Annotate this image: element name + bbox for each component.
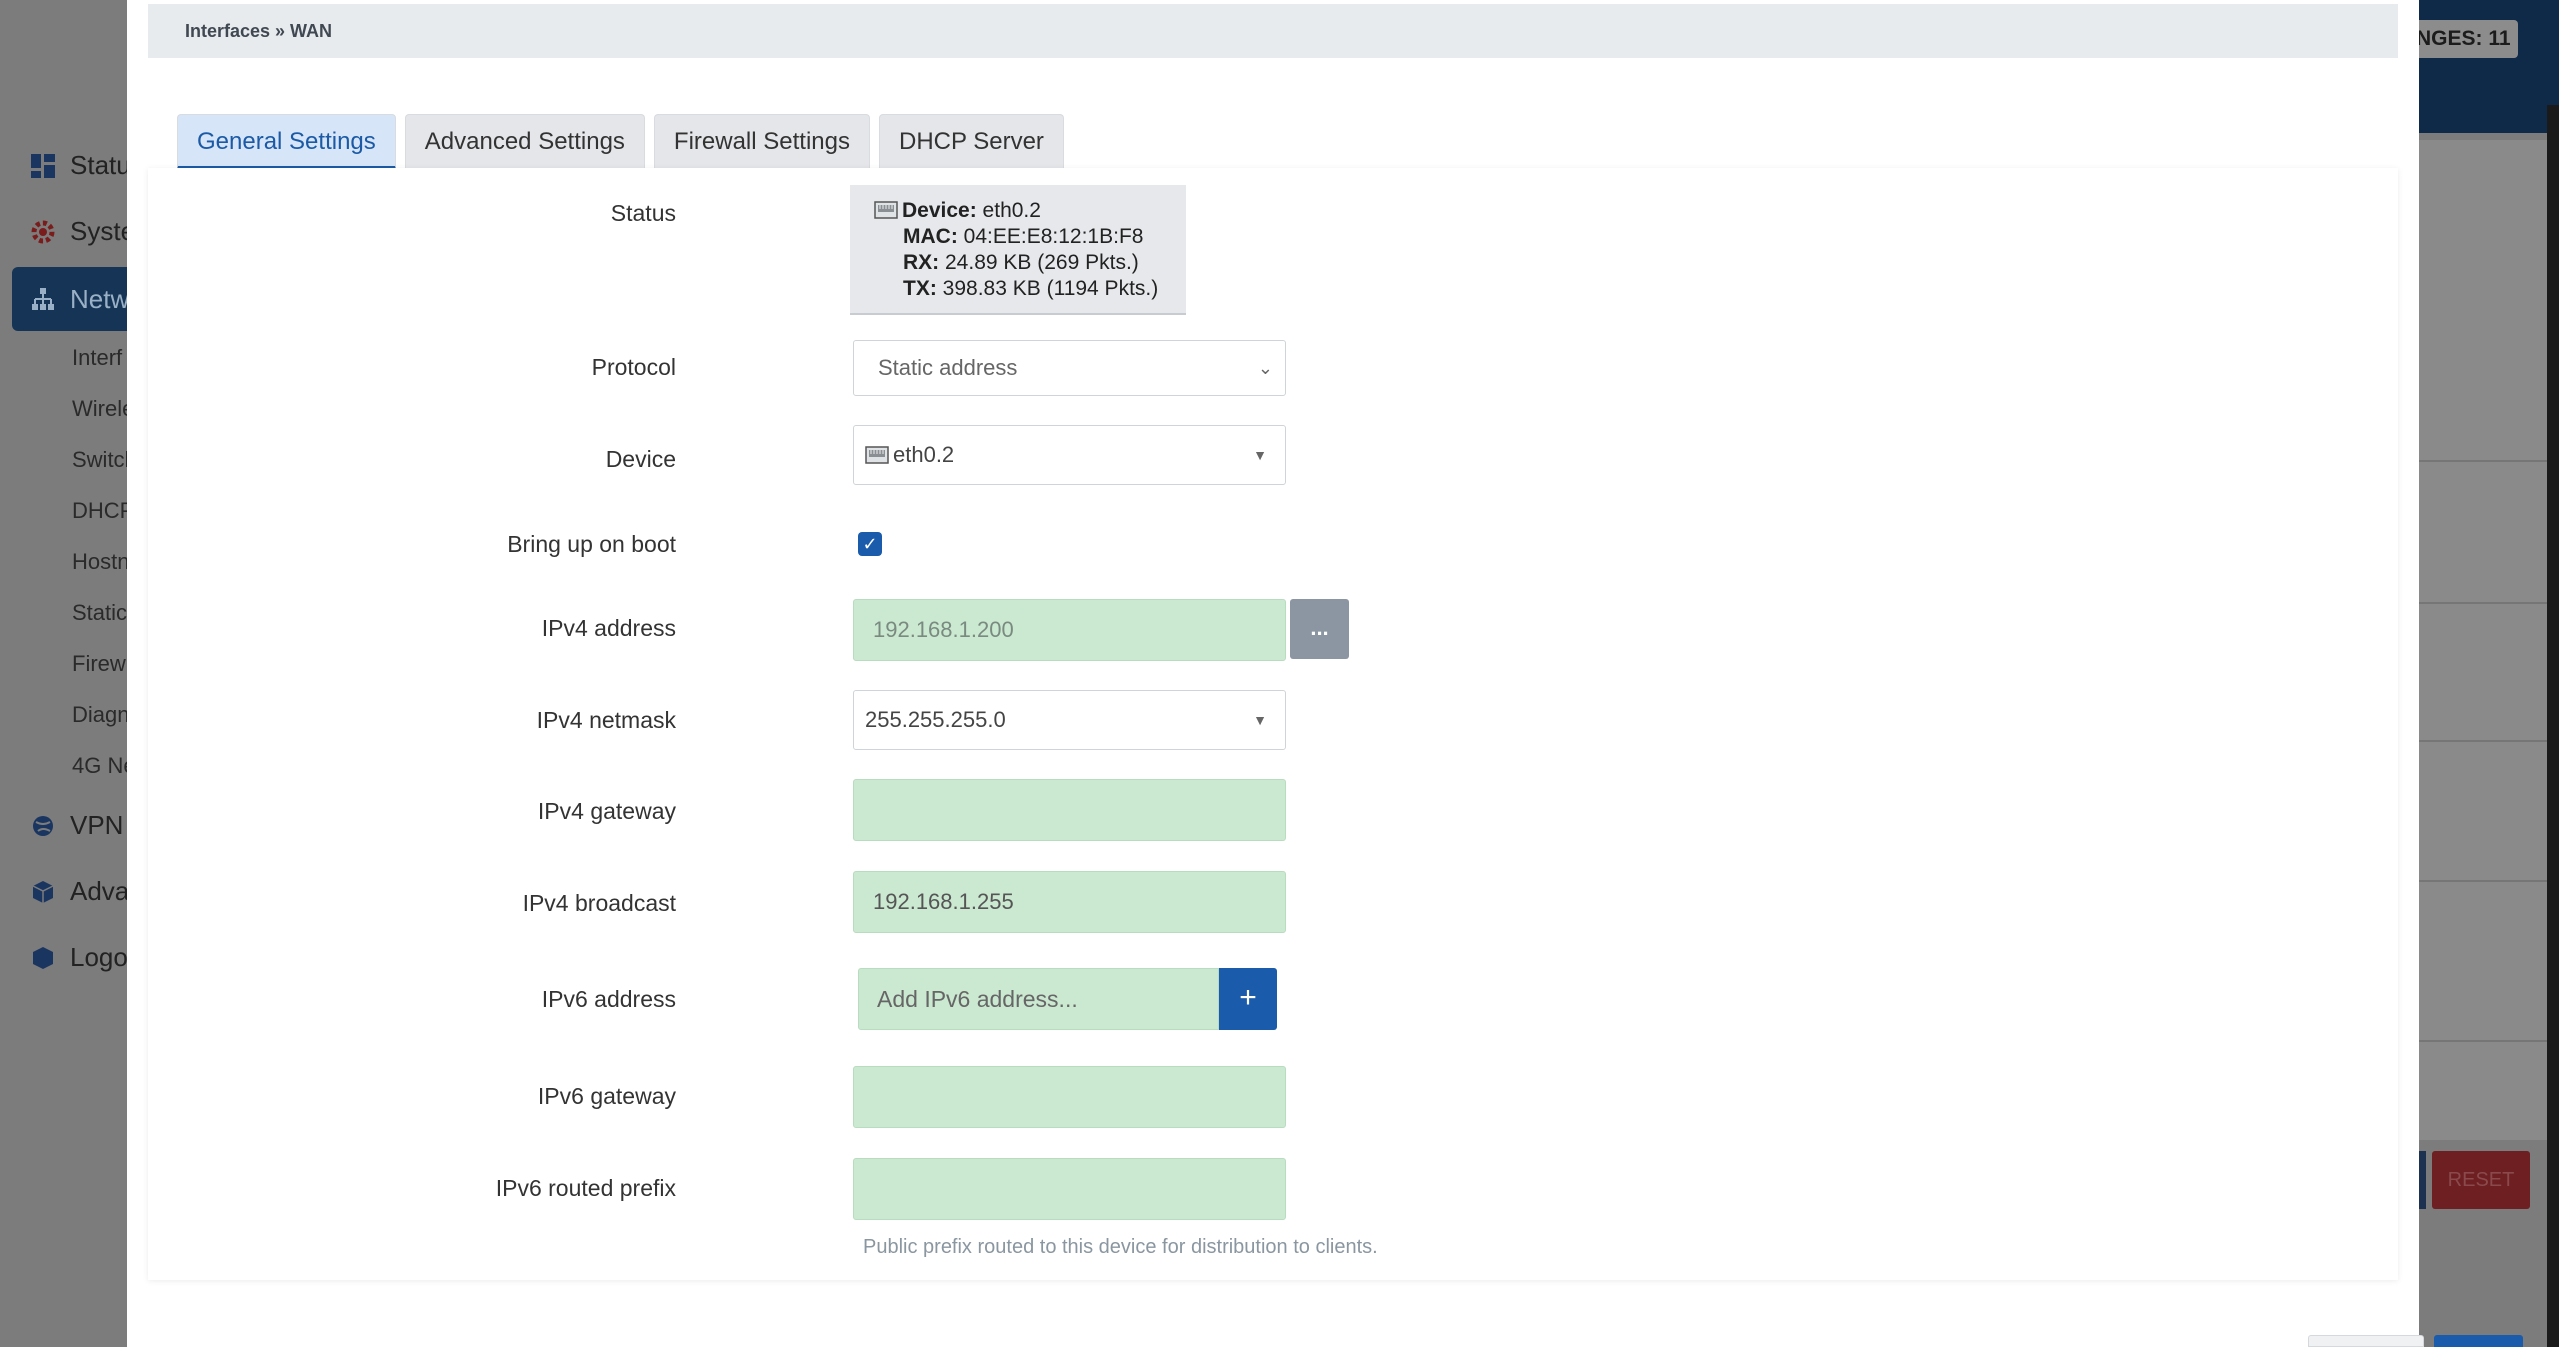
sidebar-item-label: Netw [70,283,130,314]
background-content [2418,140,2559,1140]
sidebar-subitem[interactable]: Static [72,600,127,626]
ipv4-gateway-input[interactable] [853,779,1286,841]
status-mac-line: MAC: 04:EE:E8:12:1B:F8 [903,225,1144,248]
status-tx-line: TX: 398.83 KB (1194 Pkts.) [903,277,1159,300]
caret-down-icon: ▼ [1253,712,1267,728]
dashboard-icon [31,153,55,178]
sidebar-item-label: Statu [70,150,131,180]
scrollbar[interactable] [2547,105,2559,1347]
sidebar-item-label: VPN [70,810,124,840]
divider [2418,1040,2559,1042]
bring-up-on-boot-label: Bring up on boot [507,531,676,557]
device-dropdown[interactable]: eth0.2 ▼ [853,425,1286,485]
network-icon [32,288,54,310]
ipv6-routed-prefix-label: IPv6 routed prefix [495,1175,676,1201]
sidebar-item-advanced[interactable]: Adva [30,876,129,907]
ipv4-address-input[interactable]: 192.168.1.200 [853,599,1286,661]
sidebar-item-logout[interactable]: Logo [30,942,128,973]
ethernet-port-icon [874,201,898,219]
ipv6-address-label: IPv6 address [541,986,676,1012]
caret-down-icon: ▼ [1253,447,1267,463]
cube-icon [32,880,54,903]
ipv6-routed-prefix-input[interactable] [853,1158,1286,1220]
tab-general-settings[interactable]: General Settings [177,114,396,169]
ipv6-gateway-input[interactable] [853,1066,1286,1128]
breadcrumb: Interfaces » WAN [148,4,2398,58]
globe-icon [33,815,53,836]
divider [2418,602,2559,604]
ipv4-netmask-label: IPv4 netmask [536,707,676,733]
tab-firewall-settings[interactable]: Firewall Settings [653,114,870,169]
sidebar-subitem[interactable]: Wirele [72,396,134,422]
sidebar-subitem[interactable]: Hostn [72,549,129,575]
ipv6-routed-prefix-hint: Public prefix routed to this device for … [863,1236,1378,1258]
sidebar-item-label: Logo [70,942,128,972]
save-button[interactable] [2434,1335,2523,1347]
ipv6-address-input[interactable]: Add IPv6 address... [858,968,1219,1030]
reset-button[interactable]: RESET [2432,1151,2530,1209]
divider [2418,880,2559,882]
sidebar-subitem[interactable]: Interf [72,345,122,371]
divider [2418,740,2559,742]
add-ipv6-address-button[interactable]: + [1219,968,1277,1030]
divider [2418,460,2559,462]
ipv4-broadcast-label: IPv4 broadcast [522,890,676,916]
ipv4-netmask-dropdown[interactable]: 255.255.255.0 ▼ [853,690,1286,750]
ipv4-address-label: IPv4 address [541,615,676,641]
ipv6-gateway-label: IPv6 gateway [537,1083,676,1109]
ipv4-broadcast-input[interactable]: 192.168.1.255 [853,871,1286,933]
status-label: Status [610,200,676,226]
tab-dhcp-server[interactable]: DHCP Server [878,114,1064,169]
status-rx-line: RX: 24.89 KB (269 Pkts.) [903,251,1139,274]
device-label: Device [605,446,676,472]
tab-bar: General Settings Advanced Settings Firew… [177,114,1064,169]
gear-icon [31,220,55,243]
sidebar-item-system[interactable]: Syste [30,216,135,247]
bring-up-on-boot-checkbox[interactable]: ✓ [858,532,882,556]
chevron-down-icon: ⌄ [1257,358,1273,378]
sidebar-item-label: Syste [70,216,136,246]
status-device-line: Device: eth0.2 [874,198,1186,224]
ipv4-gateway-label: IPv4 gateway [537,798,676,824]
sidebar-subitem[interactable]: DHCP [72,498,134,524]
dismiss-button[interactable] [2308,1335,2424,1347]
device-status-box: Device: eth0.2 MAC: 04:EE:E8:12:1B:F8 RX… [850,185,1186,315]
ethernet-port-icon [865,446,889,464]
sidebar-subitem[interactable]: Firew [72,651,126,677]
ipv4-address-more-button[interactable]: ... [1290,599,1349,659]
sidebar-item-status[interactable]: Statu [30,150,131,181]
interface-edit-modal: Interfaces » WAN General Settings Advanc… [127,0,2523,1347]
sidebar-item-label: Adva [70,876,130,906]
protocol-label: Protocol [591,354,676,380]
logout-icon [33,946,53,969]
sidebar-item-vpn[interactable]: VPN [30,810,123,841]
sidebar-subitem[interactable]: Diagn [72,702,129,728]
save-apply-button-edge[interactable] [2418,1151,2426,1209]
protocol-select[interactable]: Static address ⌄ [853,340,1286,396]
tab-advanced-settings[interactable]: Advanced Settings [404,114,645,169]
